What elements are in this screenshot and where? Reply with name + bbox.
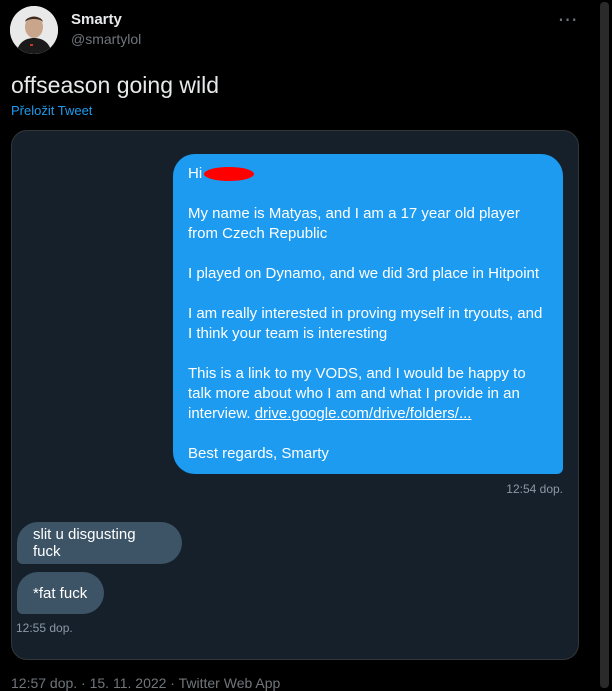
tweet-text: offseason going wild (11, 72, 219, 98)
author-handle[interactable]: @smartylol (71, 31, 141, 47)
message-paragraph: My name is Matyas, and I am a 17 year ol… (188, 205, 520, 242)
translate-tweet-link[interactable]: Přeložit Tweet (11, 103, 92, 118)
outgoing-timestamp: 12:54 dop. (506, 482, 563, 496)
tweet-metadata[interactable]: 12:57 dop. · 15. 11. 2022 · Twitter Web … (11, 675, 280, 691)
avatar[interactable] (10, 6, 58, 54)
drive-link[interactable]: drive.google.com/drive/folders/... (255, 405, 472, 422)
redaction-mark (204, 167, 255, 182)
scrollbar-thumb[interactable] (600, 2, 609, 688)
avatar-photo (10, 6, 58, 54)
tweet-header: Smarty @smartylol ⋯ (0, 0, 612, 60)
more-options-icon[interactable]: ⋯ (552, 6, 584, 32)
message-paragraph: I played on Dynamo, and we did 3rd place… (188, 265, 540, 282)
dm-screenshot-media[interactable]: Hi My name is Matyas, and I am a 17 year… (11, 130, 579, 660)
message-paragraph: I am really interested in proving myself… (188, 305, 543, 342)
outgoing-message-bubble: Hi My name is Matyas, and I am a 17 year… (173, 154, 563, 474)
incoming-message-bubble: slit u disgusting fuck (17, 522, 182, 564)
incoming-message-bubble: *fat fuck (17, 572, 104, 614)
author-name[interactable]: Smarty (71, 11, 122, 28)
message-greeting: Hi (188, 164, 547, 184)
message-paragraph: This is a link to my VODS, and I would b… (188, 365, 526, 422)
incoming-timestamp: 12:55 dop. (16, 621, 73, 635)
message-closing: Best regards, Smarty (188, 445, 329, 462)
